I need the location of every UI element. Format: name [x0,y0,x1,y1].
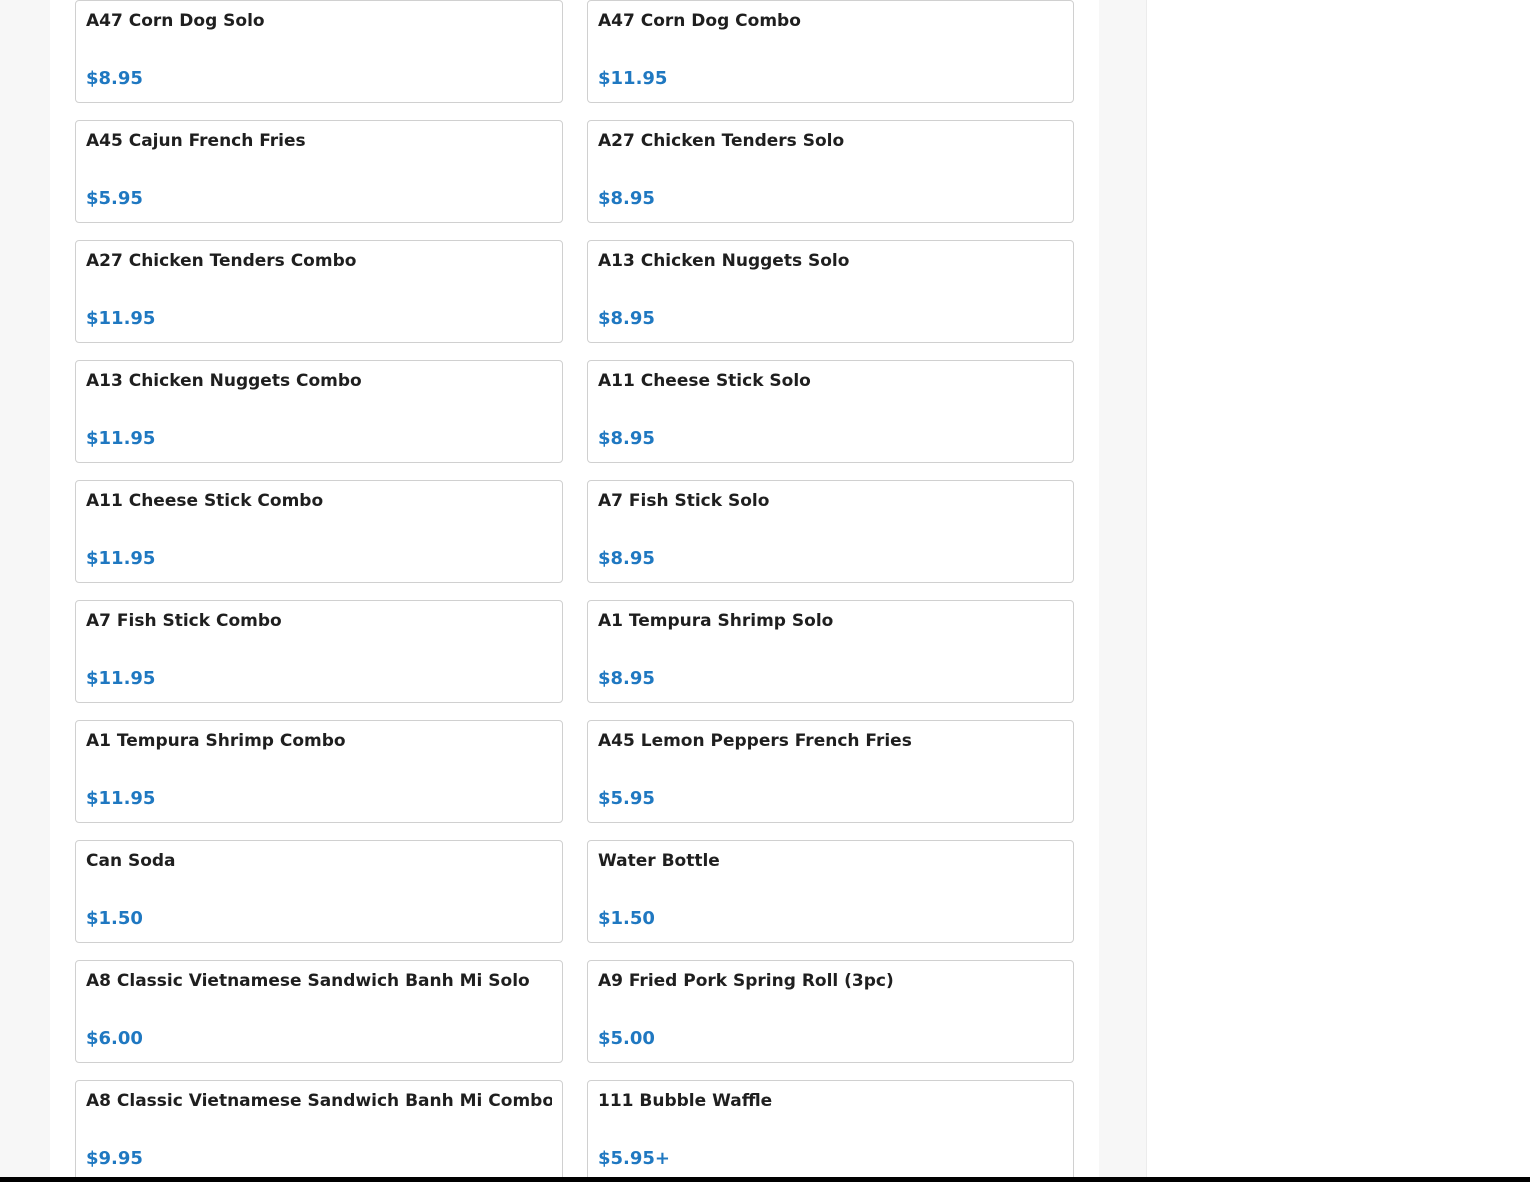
menu-item-price: $8.95 [598,308,655,329]
menu-item-card[interactable]: A45 Lemon Peppers French Fries $5.95 [587,720,1074,823]
menu-item-grid: A47 Corn Dog Solo $8.95 A47 Corn Dog Com… [75,0,1074,1182]
menu-item-card[interactable]: A47 Corn Dog Solo $8.95 [75,0,563,103]
menu-item-card[interactable]: A8 Classic Vietnamese Sandwich Banh Mi C… [75,1080,563,1182]
menu-item-name: A11 Cheese Stick Combo [86,491,324,511]
menu-item-name: Can Soda [86,851,176,871]
menu-item-card[interactable]: A11 Cheese Stick Combo $11.95 [75,480,563,583]
menu-item-name: A7 Fish Stick Solo [598,491,770,511]
menu-item-price: $8.95 [598,428,655,449]
menu-item-card[interactable]: A13 Chicken Nuggets Solo $8.95 [587,240,1074,343]
menu-item-price: $11.95 [86,548,156,569]
menu-item-price: $8.95 [86,68,143,89]
menu-item-price: $11.95 [86,668,156,689]
menu-item-card[interactable]: A7 Fish Stick Solo $8.95 [587,480,1074,583]
menu-item-name: A8 Classic Vietnamese Sandwich Banh Mi C… [86,1091,552,1111]
menu-item-card[interactable]: A7 Fish Stick Combo $11.95 [75,600,563,703]
menu-item-name: A27 Chicken Tenders Combo [86,251,357,271]
menu-item-price: $1.50 [86,908,143,929]
menu-item-price: $11.95 [86,308,156,329]
menu-item-price: $8.95 [598,188,655,209]
menu-item-price: $1.50 [598,908,655,929]
bottom-bar [0,1177,1530,1182]
menu-item-card[interactable]: A13 Chicken Nuggets Combo $11.95 [75,360,563,463]
menu-item-card[interactable]: A9 Fried Pork Spring Roll (3pc) $5.00 [587,960,1074,1063]
menu-item-name: A1 Tempura Shrimp Solo [598,611,834,631]
menu-item-price: $11.95 [86,428,156,449]
menu-item-price: $6.00 [86,1028,143,1049]
menu-item-price: $5.00 [598,1028,655,1049]
menu-item-price: $8.95 [598,548,655,569]
menu-item-card[interactable]: 111 Bubble Waffle $5.95+ [587,1080,1074,1182]
menu-item-price: $9.95 [86,1148,143,1169]
menu-item-name: A13 Chicken Nuggets Solo [598,251,850,271]
menu-item-name: A27 Chicken Tenders Solo [598,131,845,151]
menu-item-price: $11.95 [86,788,156,809]
menu-item-card[interactable]: A47 Corn Dog Combo $11.95 [587,0,1074,103]
menu-item-card[interactable]: A27 Chicken Tenders Combo $11.95 [75,240,563,343]
menu-item-name: A9 Fried Pork Spring Roll (3pc) [598,971,894,991]
page: A47 Corn Dog Solo $8.95 A47 Corn Dog Com… [0,0,1530,1182]
menu-item-name: A8 Classic Vietnamese Sandwich Banh Mi S… [86,971,530,991]
menu-item-card[interactable]: A45 Cajun French Fries $5.95 [75,120,563,223]
right-rail [1147,0,1530,1182]
menu-item-name: A1 Tempura Shrimp Combo [86,731,346,751]
menu-item-name: Water Bottle [598,851,720,871]
menu-item-price: $8.95 [598,668,655,689]
menu-item-name: A47 Corn Dog Solo [86,11,265,31]
menu-item-name: A45 Cajun French Fries [86,131,306,151]
menu-item-price: $5.95+ [598,1148,671,1169]
menu-item-name: A45 Lemon Peppers French Fries [598,731,912,751]
menu-item-name: 111 Bubble Waffle [598,1091,773,1111]
menu-item-card[interactable]: A27 Chicken Tenders Solo $8.95 [587,120,1074,223]
menu-item-card[interactable]: A1 Tempura Shrimp Combo $11.95 [75,720,563,823]
menu-item-card[interactable]: A8 Classic Vietnamese Sandwich Banh Mi S… [75,960,563,1063]
menu-item-card[interactable]: Can Soda $1.50 [75,840,563,943]
menu-item-price: $5.95 [86,188,143,209]
menu-item-card[interactable]: Water Bottle $1.50 [587,840,1074,943]
menu-item-price: $11.95 [598,68,668,89]
menu-item-name: A13 Chicken Nuggets Combo [86,371,362,391]
menu-item-card[interactable]: A11 Cheese Stick Solo $8.95 [587,360,1074,463]
menu-item-name: A7 Fish Stick Combo [86,611,282,631]
menu-item-price: $5.95 [598,788,655,809]
menu-item-card[interactable]: A1 Tempura Shrimp Solo $8.95 [587,600,1074,703]
menu-item-name: A11 Cheese Stick Solo [598,371,811,391]
menu-item-name: A47 Corn Dog Combo [598,11,801,31]
